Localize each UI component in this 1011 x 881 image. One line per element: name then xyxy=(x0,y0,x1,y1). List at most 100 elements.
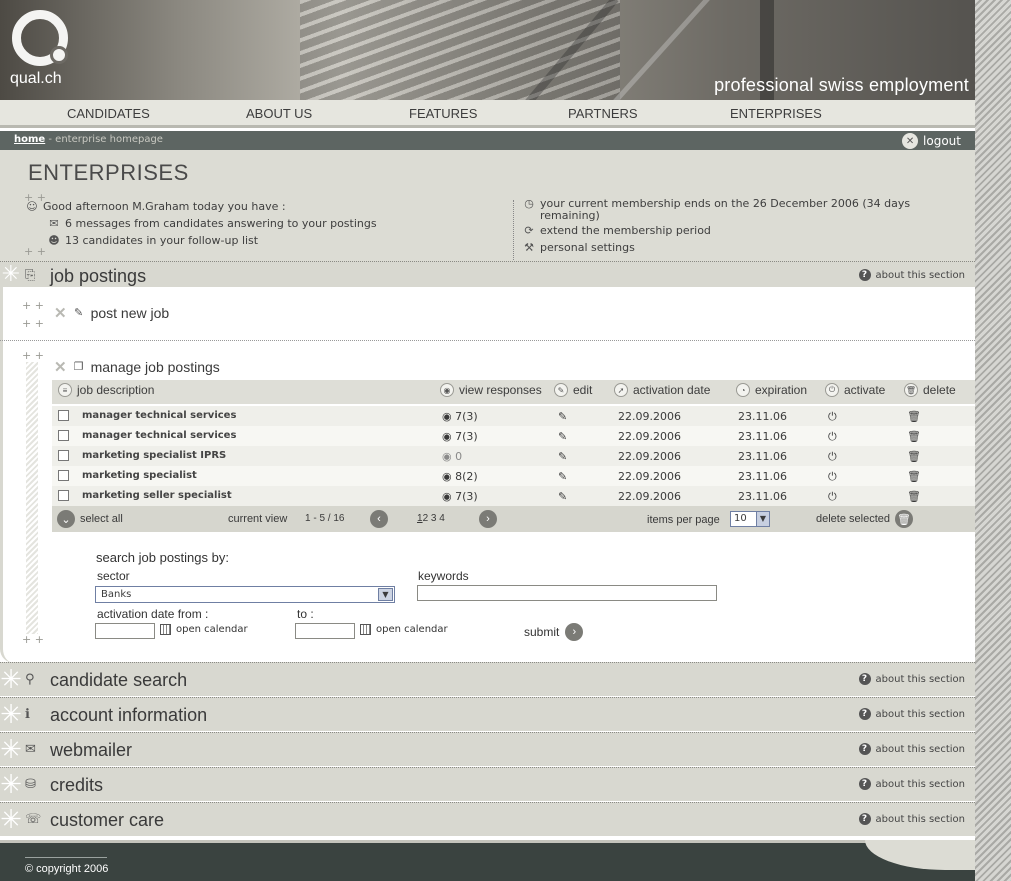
edit-pencil-icon[interactable]: ✎ xyxy=(558,470,567,483)
post-new-job-link[interactable]: ✕ ✎ post new job xyxy=(54,304,169,322)
trash-icon: 🗑 xyxy=(895,510,913,528)
prev-page-button[interactable]: ‹ xyxy=(370,510,388,528)
column-view-responses[interactable]: ◉ view responses xyxy=(440,383,542,397)
select-all-label: select all xyxy=(80,513,123,525)
open-calendar-to[interactable]: open calendar xyxy=(360,624,448,635)
messages-link[interactable]: ✉ 6 messages from candidates answering t… xyxy=(48,217,376,230)
sector-value: Banks xyxy=(101,589,132,600)
edit-pencil-icon[interactable]: ✎ xyxy=(558,430,567,443)
greeting-text: Good afternoon M.Graham today you have : xyxy=(43,200,286,213)
about-section-link[interactable]: ? about this section xyxy=(858,778,965,790)
nav-item-about-us[interactable]: ABOUT US xyxy=(246,106,312,121)
section-account-information[interactable]: ✳ ℹ account information ? about this sect… xyxy=(0,697,975,731)
greeting-line: ☺ Good afternoon M.Graham today you have… xyxy=(26,200,286,213)
manage-job-postings-heading[interactable]: ✕ ❐ manage job postings xyxy=(54,358,220,376)
nav-item-features[interactable]: FEATURES xyxy=(409,106,477,121)
items-per-page-select[interactable]: 10 ▼ xyxy=(730,511,770,527)
edit-pencil-icon[interactable]: ✎ xyxy=(558,450,567,463)
nav-item-candidates[interactable]: CANDIDATES xyxy=(67,106,150,121)
column-activation-label: activation date xyxy=(633,383,711,397)
job-description-link[interactable]: marketing specialist IPRS xyxy=(82,450,226,461)
chevron-down-icon: ⌄ xyxy=(57,510,75,528)
section-candidate-search[interactable]: ✳ ⚲ candidate search ? about this section xyxy=(0,662,975,696)
about-section-link[interactable]: ? about this section xyxy=(858,813,965,825)
open-calendar-from[interactable]: open calendar xyxy=(160,624,248,635)
delete-trash-icon[interactable]: 🗑 xyxy=(907,430,921,443)
next-page-button[interactable]: › xyxy=(479,510,497,528)
submit-button[interactable]: submit › xyxy=(524,623,584,641)
manage-job-postings-label: manage job postings xyxy=(90,359,220,375)
delete-trash-icon[interactable]: 🗑 xyxy=(907,410,921,423)
row-checkbox[interactable] xyxy=(58,450,69,461)
job-description-link[interactable]: manager technical services xyxy=(82,410,236,421)
view-responses-link[interactable]: ◉ 8(2) xyxy=(442,470,478,483)
delete-selected-button[interactable]: delete selected 🗑 xyxy=(816,510,913,528)
activate-power-icon[interactable]: ⏻ xyxy=(828,430,837,444)
delete-trash-icon[interactable]: 🗑 xyxy=(907,470,921,483)
about-section-link[interactable]: ? about this section xyxy=(858,743,965,755)
keywords-input[interactable] xyxy=(417,585,717,601)
date-from-label: activation date from : xyxy=(97,607,209,621)
personal-settings-link[interactable]: ⚒ personal settings xyxy=(523,241,635,254)
section-decor-icon: ✳ xyxy=(0,770,22,800)
section-job-postings[interactable]: ✳ ⎘ job postings ? about this section xyxy=(0,261,975,288)
expiration-icon: ◔ xyxy=(736,383,750,397)
edit-pencil-icon[interactable]: ✎ xyxy=(558,410,567,423)
footer-wave-decor xyxy=(865,840,975,870)
responses-count: 7(3) xyxy=(455,410,478,423)
job-description-link[interactable]: manager technical services xyxy=(82,430,236,441)
row-checkbox[interactable] xyxy=(58,430,69,441)
activate-power-icon[interactable]: ⏻ xyxy=(828,410,837,424)
delete-trash-icon[interactable]: 🗑 xyxy=(907,450,921,463)
about-section-link[interactable]: ? about this section xyxy=(858,708,965,720)
extend-membership-link[interactable]: ⟳ extend the membership period xyxy=(523,224,711,237)
breadcrumb-home-link[interactable]: home xyxy=(14,134,45,145)
breadcrumb-bar: home - enterprise homepage ✕ logout xyxy=(0,131,975,150)
row-checkbox[interactable] xyxy=(58,470,69,481)
nav-item-partners[interactable]: PARTNERS xyxy=(568,106,638,121)
page-link-2[interactable]: 2 xyxy=(423,513,429,524)
column-activation-date[interactable]: ➚ activation date xyxy=(614,383,710,397)
view-responses-link[interactable]: ◉ 7(3) xyxy=(442,490,478,503)
nav-item-enterprises[interactable]: ENTERPRISES xyxy=(730,106,822,121)
row-checkbox[interactable] xyxy=(58,490,69,501)
activate-power-icon[interactable]: ⏻ xyxy=(828,450,837,464)
job-description-link[interactable]: marketing specialist xyxy=(82,470,197,481)
about-section-link[interactable]: ? about this section xyxy=(858,269,965,281)
logo-dot-icon xyxy=(50,46,68,64)
section-title-credits: credits xyxy=(50,775,104,795)
power-icon: ⏻ xyxy=(825,383,839,397)
section-decor-icon: ✳ xyxy=(0,665,22,695)
logout-button[interactable]: ✕ logout xyxy=(902,133,961,149)
view-responses-link[interactable]: ◉ 7(3) xyxy=(442,430,478,443)
activate-power-icon[interactable]: ⏻ xyxy=(828,470,837,484)
view-responses-link[interactable]: ◉ 0 xyxy=(442,450,462,463)
section-title-job-postings: job postings xyxy=(50,266,147,286)
page-link-4[interactable]: 4 xyxy=(439,513,445,524)
about-label: about this section xyxy=(875,778,965,790)
activation-date: 22.09.2006 xyxy=(618,490,681,503)
help-icon: ? xyxy=(858,813,871,825)
row-checkbox[interactable] xyxy=(58,410,69,421)
view-responses-link[interactable]: ◉ 7(3) xyxy=(442,410,478,423)
section-credits[interactable]: ✳ ⛁ credits ? about this section xyxy=(0,767,975,801)
trash-icon: 🗑 xyxy=(904,383,918,397)
section-webmailer[interactable]: ✳ ✉ webmailer ? about this section xyxy=(0,732,975,766)
about-section-link[interactable]: ? about this section xyxy=(858,673,965,685)
delete-trash-icon[interactable]: 🗑 xyxy=(907,490,921,503)
edit-pencil-icon[interactable]: ✎ xyxy=(558,490,567,503)
sector-select[interactable]: Banks ▼ xyxy=(95,586,395,603)
column-job-description[interactable]: ≡ job description xyxy=(58,383,154,397)
expiration-date: 23.11.06 xyxy=(738,490,787,503)
job-description-link[interactable]: marketing seller specialist xyxy=(82,490,232,501)
section-customer-care[interactable]: ✳ ☏ customer care ? about this section xyxy=(0,802,975,836)
followup-link[interactable]: ☻ 13 candidates in your follow-up list xyxy=(48,234,258,247)
date-to-input[interactable] xyxy=(295,623,355,639)
activate-power-icon[interactable]: ⏻ xyxy=(828,490,837,504)
logo-text[interactable]: qual.ch xyxy=(10,70,62,88)
column-expiration[interactable]: ◔ expiration xyxy=(736,383,807,397)
select-all-button[interactable]: ⌄ select all xyxy=(57,510,123,528)
page-link-3[interactable]: 3 xyxy=(431,513,437,524)
side-stripe-decor xyxy=(975,0,1011,881)
date-from-input[interactable] xyxy=(95,623,155,639)
